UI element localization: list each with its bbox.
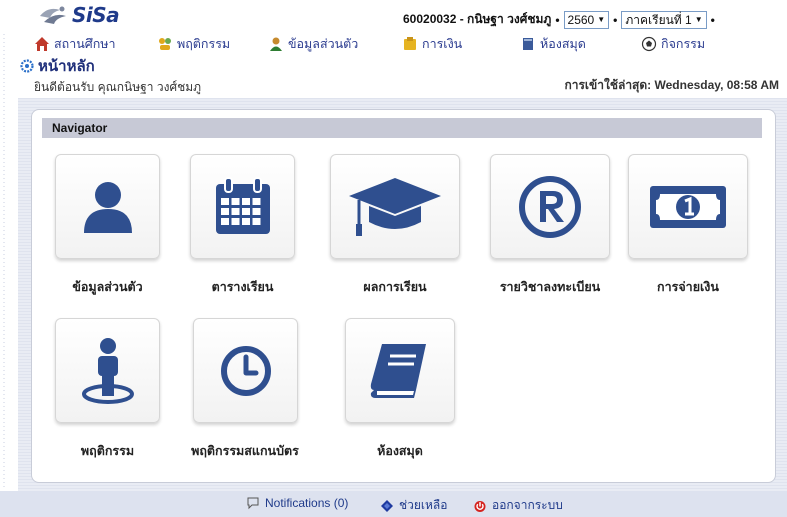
term-select[interactable]: ภาคเรียนที่ 1 ▼ bbox=[621, 10, 707, 29]
side-divider bbox=[3, 30, 5, 490]
dropdown-arrow-icon: ▼ bbox=[597, 14, 606, 24]
menu-item-school[interactable]: สถานศึกษา bbox=[34, 34, 116, 54]
menu-item-activity[interactable]: กิจกรรม bbox=[641, 34, 705, 54]
tile-label-schedule[interactable]: ตารางเรียน bbox=[190, 277, 295, 297]
tile-grades[interactable] bbox=[330, 154, 460, 259]
gear-icon bbox=[20, 59, 34, 73]
logout-label: ออกจากระบบ bbox=[492, 498, 563, 512]
year-select-value: 2560 bbox=[567, 12, 595, 27]
last-login-text: การเข้าใช้ล่าสุด: Wednesday, 08:58 AM bbox=[564, 78, 779, 92]
separator: • bbox=[710, 12, 715, 27]
menu-item-behavior[interactable]: พฤติกรรม bbox=[157, 34, 230, 54]
menu-label: พฤติกรรม bbox=[177, 37, 231, 51]
user-name: 60020032 - กนิษฐา วงศ์ชมภู bbox=[403, 12, 552, 26]
tile-profile[interactable] bbox=[55, 154, 160, 259]
menu-label: ห้องสมุด bbox=[540, 37, 586, 51]
tile-label-grades[interactable]: ผลการเรียน bbox=[330, 277, 460, 297]
profile-icon bbox=[270, 37, 282, 51]
book-icon bbox=[370, 343, 426, 398]
user-info: 60020032 - กนิษฐา วงศ์ชมภู • 2560 ▼ • ภา… bbox=[403, 10, 715, 29]
term-select-value: ภาคเรียนที่ 1 bbox=[625, 12, 692, 27]
tile-label-card-scan[interactable]: พฤติกรรมสแกนบัตร bbox=[170, 441, 320, 461]
tile-label-library[interactable]: ห้องสมุด bbox=[345, 441, 455, 461]
separator: • bbox=[555, 12, 560, 27]
tile-label-registered-courses[interactable]: รายวิชาลงทะเบียน bbox=[475, 277, 625, 297]
library-icon bbox=[523, 38, 533, 50]
footer-bar: Notifications (0) ช่วยเหลือ ออกจากระบบ bbox=[0, 491, 787, 517]
graduation-cap-icon bbox=[349, 177, 441, 236]
tile-payment[interactable] bbox=[628, 154, 748, 259]
tile-label-profile[interactable]: ข้อมูลส่วนตัว bbox=[55, 277, 160, 297]
tile-behavior[interactable] bbox=[55, 318, 160, 423]
menu-label: กิจกรรม bbox=[661, 37, 706, 51]
notifications-link[interactable]: Notifications (0) bbox=[246, 496, 348, 510]
help-label: ช่วยเหลือ bbox=[399, 498, 448, 512]
dropdown-arrow-icon: ▼ bbox=[694, 14, 703, 24]
year-select[interactable]: 2560 ▼ bbox=[563, 10, 610, 29]
tile-schedule[interactable] bbox=[190, 154, 295, 259]
tile-library[interactable] bbox=[345, 318, 455, 423]
menu-label: การเงิน bbox=[422, 37, 463, 51]
clock-icon bbox=[220, 345, 271, 396]
menu-label: สถานศึกษา bbox=[54, 37, 116, 51]
page-title: หน้าหลัก bbox=[38, 58, 95, 75]
calendar-icon bbox=[215, 176, 270, 234]
menu-item-library[interactable]: ห้องสมุด bbox=[520, 34, 586, 54]
menu-item-profile[interactable]: ข้อมูลส่วนตัว bbox=[268, 34, 358, 54]
help-link[interactable]: ช่วยเหลือ bbox=[380, 496, 448, 515]
logo-text: SiSa bbox=[72, 3, 120, 27]
logout-link[interactable]: ออกจากระบบ bbox=[473, 496, 563, 515]
activity-icon bbox=[641, 36, 657, 52]
user-icon bbox=[83, 181, 132, 233]
logo[interactable]: SiSa bbox=[38, 3, 120, 27]
page-heading: หน้าหลัก bbox=[20, 54, 95, 78]
speech-bubble-icon bbox=[247, 497, 259, 510]
tile-label-payment[interactable]: การจ่ายเงิน bbox=[628, 277, 748, 297]
separator: • bbox=[613, 12, 618, 27]
tile-card-scan[interactable] bbox=[193, 318, 298, 423]
welcome-text: ยินดีต้อนรับ คุณกนิษฐา วงศ์ชมภู bbox=[34, 80, 202, 94]
menu-label: ข้อมูลส่วนตัว bbox=[288, 37, 359, 51]
registered-icon bbox=[519, 175, 581, 238]
home-icon bbox=[35, 37, 49, 51]
main-menu: สถานศึกษา พฤติกรรม ข้อมูลส่วนตัว การเงิน… bbox=[0, 32, 787, 54]
menu-item-finance[interactable]: การเงิน bbox=[402, 34, 462, 54]
tile-label-behavior[interactable]: พฤติกรรม bbox=[55, 441, 160, 461]
behavior-icon bbox=[159, 38, 171, 50]
top-bar: SiSa 60020032 - กนิษฐา วงศ์ชมภู • 2560 ▼… bbox=[0, 0, 787, 32]
banknote-icon bbox=[650, 185, 726, 228]
diamond-help-icon bbox=[381, 499, 393, 512]
person-pin-icon bbox=[81, 337, 134, 404]
notifications-label: Notifications (0) bbox=[265, 496, 349, 510]
money-icon bbox=[404, 37, 416, 50]
tile-registered-courses[interactable] bbox=[490, 154, 610, 259]
sisa-logo-icon bbox=[40, 6, 66, 24]
navigator-header: Navigator bbox=[42, 118, 762, 138]
power-icon bbox=[474, 500, 486, 512]
